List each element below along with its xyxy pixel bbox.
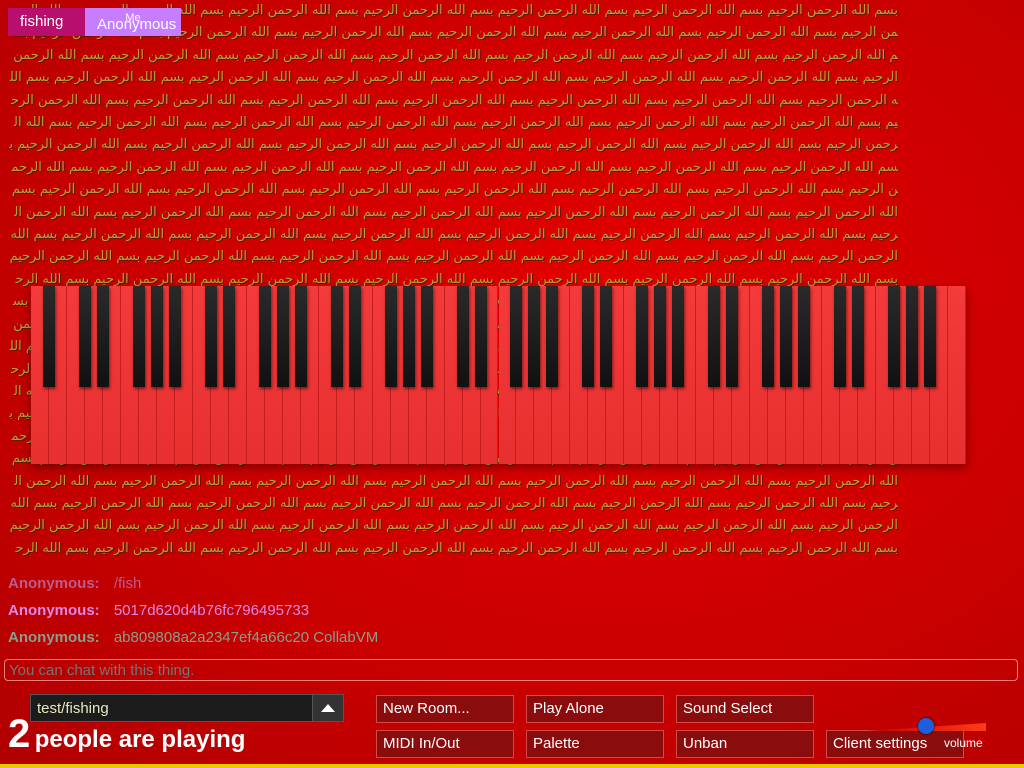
people-counter: 2 people are playing bbox=[8, 712, 245, 757]
chat-message: Anonymous: ab809808a2a2347ef4a66c20 Coll… bbox=[8, 624, 908, 651]
piano-black-key[interactable] bbox=[96, 286, 109, 387]
piano-black-key[interactable] bbox=[456, 286, 469, 387]
piano-black-key[interactable] bbox=[924, 286, 937, 387]
piano-black-key[interactable] bbox=[582, 286, 595, 387]
chat-log: Anonymous: /fish Anonymous: 5017d620d4b7… bbox=[8, 570, 908, 651]
volume-knob[interactable] bbox=[918, 718, 934, 734]
piano-black-key[interactable] bbox=[780, 286, 793, 387]
piano-black-key[interactable] bbox=[636, 286, 649, 387]
palette-button[interactable]: Palette bbox=[526, 730, 664, 758]
piano-black-key[interactable] bbox=[276, 286, 289, 387]
piano-black-key[interactable] bbox=[384, 286, 397, 387]
chat-message: Anonymous: 5017d620d4b76fc796495733 bbox=[8, 597, 908, 624]
piano-black-key[interactable] bbox=[906, 286, 919, 387]
chat-author: Anonymous: bbox=[8, 629, 100, 646]
play-alone-button[interactable]: Play Alone bbox=[526, 695, 664, 723]
unban-button[interactable]: Unban bbox=[676, 730, 814, 758]
piano-black-key[interactable] bbox=[654, 286, 667, 387]
piano-black-key[interactable] bbox=[834, 286, 847, 387]
piano-black-key[interactable] bbox=[348, 286, 361, 387]
piano-black-key[interactable] bbox=[78, 286, 91, 387]
piano-black-key[interactable] bbox=[150, 286, 163, 387]
piano-black-key[interactable] bbox=[222, 286, 235, 387]
chat-author: Anonymous: bbox=[8, 602, 100, 619]
piano-black-key[interactable] bbox=[168, 286, 181, 387]
volume-label: volume bbox=[944, 736, 983, 750]
piano-black-key[interactable] bbox=[852, 286, 865, 387]
piano-black-key[interactable] bbox=[726, 286, 739, 387]
piano-black-key[interactable] bbox=[510, 286, 523, 387]
piano-black-key[interactable] bbox=[762, 286, 775, 387]
midi-in-out-button[interactable]: MIDI In/Out bbox=[376, 730, 514, 758]
volume-slider[interactable]: volume bbox=[866, 716, 986, 750]
chat-text: 5017d620d4b76fc796495733 bbox=[113, 602, 310, 619]
background-pattern-text: بسم الله الرحمن الرحيم بسم الله الرحمن ا… bbox=[9, 3, 898, 556]
piano-black-key[interactable] bbox=[546, 286, 559, 387]
room-tab-label: fishing bbox=[20, 13, 64, 30]
chat-text: ab809808a2a2347ef4a66c20 CollabVM bbox=[113, 629, 379, 646]
piano-black-key[interactable] bbox=[42, 286, 55, 387]
bottom-bar bbox=[0, 764, 1024, 768]
piano-black-key[interactable] bbox=[528, 286, 541, 387]
piano-black-key[interactable] bbox=[132, 286, 145, 387]
piano-black-key[interactable] bbox=[672, 286, 685, 387]
piano-black-key[interactable] bbox=[798, 286, 811, 387]
chat-author: Anonymous: bbox=[8, 575, 100, 592]
piano-black-key[interactable] bbox=[708, 286, 721, 387]
user-tab-me[interactable]: Me Anonymous bbox=[85, 8, 181, 36]
new-room-button[interactable]: New Room... bbox=[376, 695, 514, 723]
piano-black-key[interactable] bbox=[420, 286, 433, 387]
chevron-up-icon[interactable] bbox=[312, 695, 343, 721]
piano-black-key[interactable] bbox=[204, 286, 217, 387]
room-tab-fishing[interactable]: fishing bbox=[8, 8, 88, 36]
piano-black-key[interactable] bbox=[402, 286, 415, 387]
piano-black-key[interactable] bbox=[474, 286, 487, 387]
piano-black-key[interactable] bbox=[888, 286, 901, 387]
sound-select-button[interactable]: Sound Select bbox=[676, 695, 814, 723]
chat-text: /fish bbox=[113, 575, 142, 592]
piano-keyboard[interactable] bbox=[31, 286, 966, 464]
piano-black-key[interactable] bbox=[600, 286, 613, 387]
people-label: people are playing bbox=[34, 726, 246, 753]
people-count: 2 bbox=[8, 712, 31, 756]
chat-message: Anonymous: /fish bbox=[8, 570, 908, 597]
piano-white-key[interactable] bbox=[948, 286, 966, 464]
piano-black-key[interactable] bbox=[258, 286, 271, 387]
piano-black-key[interactable] bbox=[294, 286, 307, 387]
piano-black-key[interactable] bbox=[330, 286, 343, 387]
chat-input[interactable] bbox=[4, 659, 1018, 681]
user-tab-label: Anonymous bbox=[97, 16, 177, 33]
